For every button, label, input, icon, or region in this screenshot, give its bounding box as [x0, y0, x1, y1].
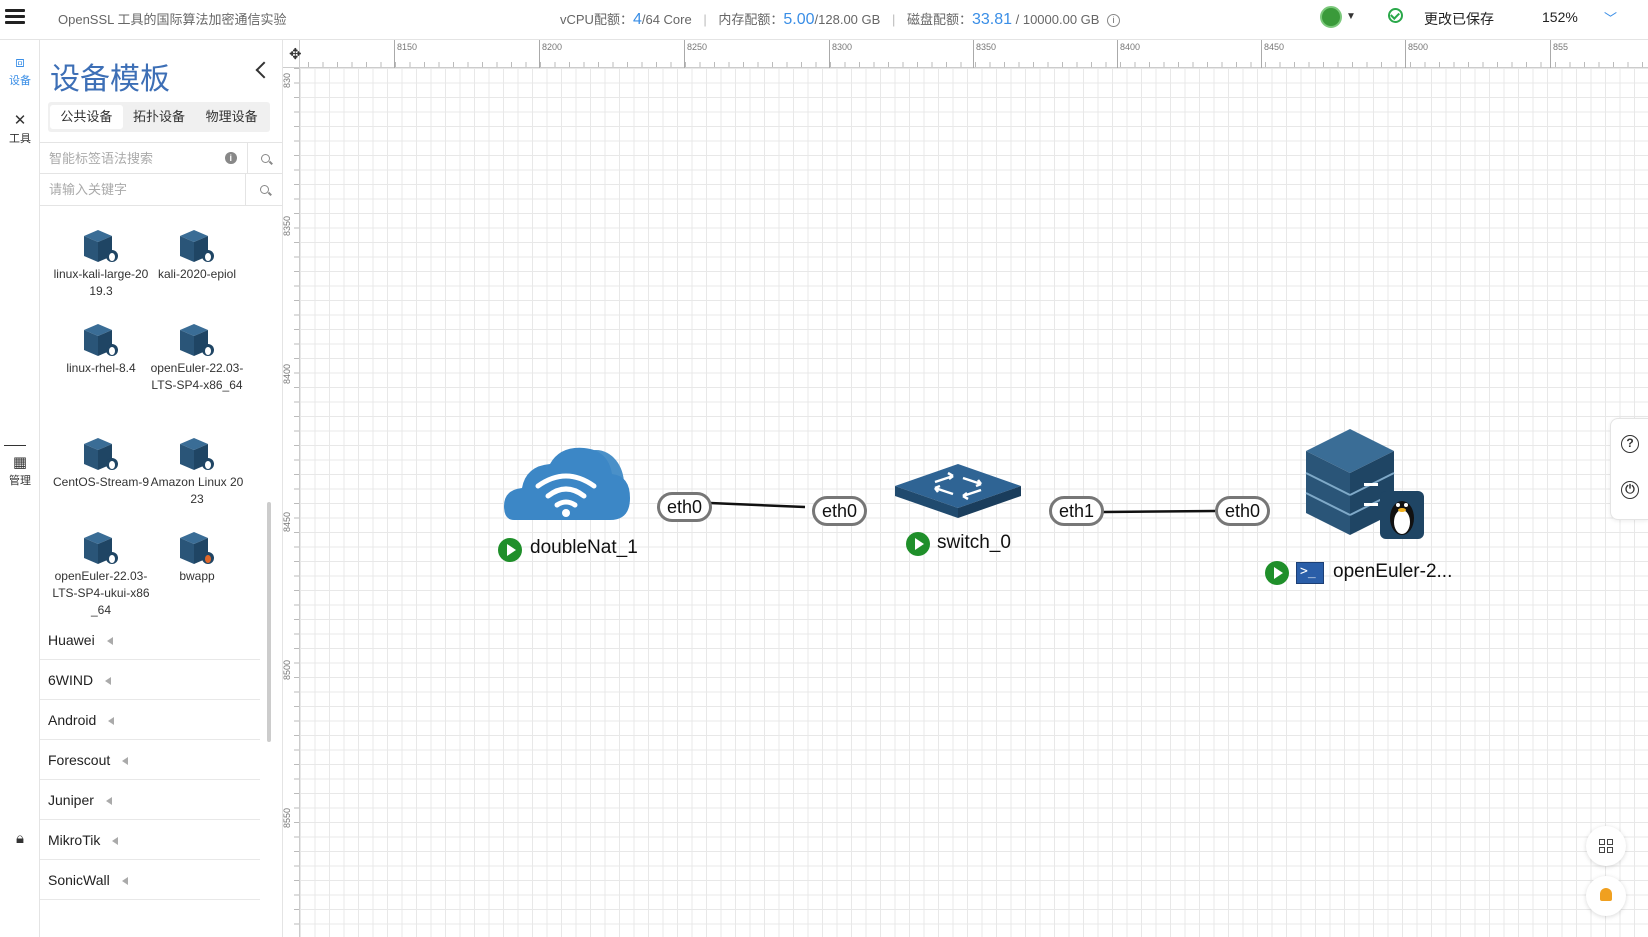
link-switch-server[interactable]	[1102, 509, 1216, 514]
port-switch-eth1[interactable]: eth1	[1049, 496, 1105, 526]
console-icon[interactable]	[1296, 562, 1324, 584]
power-icon[interactable]: ⏻	[1621, 481, 1639, 499]
linux-server-icon[interactable]	[1302, 423, 1428, 543]
port-server-eth0[interactable]: eth0	[1215, 496, 1271, 526]
nat-cloud-icon[interactable]	[504, 444, 632, 524]
help-icon[interactable]: ?	[1621, 435, 1639, 453]
grid-icon	[1599, 839, 1613, 853]
port-nat-eth0[interactable]: eth0	[657, 492, 713, 522]
side-float-controls: ? ⏻	[1610, 418, 1648, 520]
switch-running-icon[interactable]	[906, 532, 930, 556]
port-switch-eth0[interactable]: eth0	[812, 496, 868, 526]
node-label-openeuler[interactable]: openEuler-2...	[1333, 561, 1452, 583]
link-nat-switch[interactable]	[709, 501, 806, 509]
topology-layer: doubleNat_1 eth0 eth0 switch_0 eth1 eth0	[0, 0, 1648, 937]
nat-running-icon[interactable]	[498, 538, 522, 562]
bell-icon	[1600, 888, 1612, 901]
switch-icon[interactable]	[895, 464, 1021, 518]
server-running-icon[interactable]	[1265, 561, 1289, 585]
node-label-switch[interactable]: switch_0	[937, 532, 1011, 554]
node-label-doublenat[interactable]: doubleNat_1	[530, 537, 638, 559]
notification-button[interactable]	[1586, 876, 1626, 916]
layout-button[interactable]	[1586, 826, 1626, 866]
